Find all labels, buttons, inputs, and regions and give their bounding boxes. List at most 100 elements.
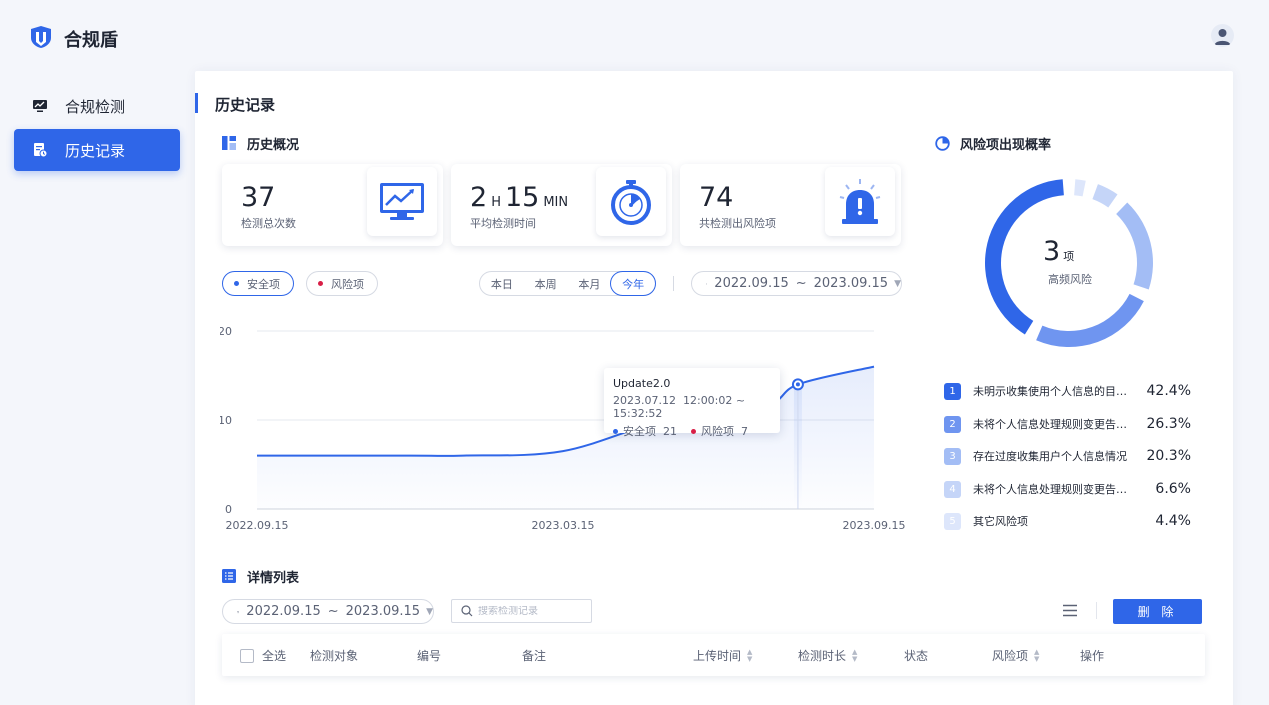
overview-section-title: 历史概况 bbox=[222, 134, 299, 153]
risk-item-percent: 6.6% bbox=[1155, 481, 1191, 497]
sort-icon[interactable]: ▲ ▼ bbox=[1034, 648, 1039, 663]
x-tick-label: 2022.09.15 bbox=[226, 519, 289, 532]
tooltip-date: 2023.07.12 bbox=[613, 394, 676, 407]
legend-risk-toggle[interactable]: 风险项 bbox=[306, 271, 378, 296]
safe-dot bbox=[613, 428, 618, 434]
stat-total-checks-label: 检测总次数 bbox=[241, 217, 296, 230]
column-risk-label: 风险项 bbox=[992, 649, 1029, 663]
detail-list-section-title: 详情列表 bbox=[222, 567, 299, 586]
range-month[interactable]: 本月 bbox=[568, 272, 612, 295]
column-settings-icon[interactable] bbox=[1063, 604, 1077, 617]
legend-safe-toggle[interactable]: 安全项 bbox=[222, 271, 294, 296]
tooltip-risk-label: 风险项 bbox=[701, 425, 734, 438]
stat-avg-time-value: 2 H 15 MIN bbox=[470, 182, 572, 213]
sidebar-item-compliance-check[interactable]: 合规检测 bbox=[14, 85, 180, 127]
divider bbox=[1096, 602, 1097, 619]
tooltip-safe-label: 安全项 bbox=[623, 425, 656, 438]
user-avatar[interactable] bbox=[1211, 24, 1234, 47]
sort-icon[interactable]: ▲ ▼ bbox=[852, 648, 857, 663]
page-title: 历史记录 bbox=[215, 96, 276, 114]
app-title: 合规盾 bbox=[64, 30, 118, 51]
column-code: 编号 bbox=[417, 649, 442, 663]
pie-chart-icon bbox=[935, 136, 950, 151]
rank-badge: 3 bbox=[944, 447, 961, 465]
shield-logo-icon bbox=[31, 26, 51, 48]
sidebar-item-history[interactable]: 历史记录 bbox=[14, 129, 180, 171]
stat-minutes: 15 bbox=[504, 182, 540, 213]
list-date-range-picker[interactable]: 2022.09.15 ~ 2023.09.15 ▼ bbox=[222, 599, 434, 624]
calendar-icon bbox=[706, 282, 708, 285]
select-all-checkbox[interactable]: 全选 bbox=[240, 647, 286, 664]
range-week[interactable]: 本周 bbox=[524, 272, 568, 295]
donut-slice-2[interactable] bbox=[1036, 293, 1144, 347]
donut-slice-3[interactable] bbox=[1116, 202, 1153, 290]
risk-item-percent: 4.4% bbox=[1155, 513, 1191, 529]
monitor-chart-icon bbox=[32, 98, 48, 114]
monitor-trend-icon bbox=[380, 182, 424, 220]
range-year[interactable]: 今年 bbox=[610, 271, 656, 296]
sidebar-item-label: 合规检测 bbox=[65, 97, 126, 116]
risk-item-percent: 42.4% bbox=[1146, 383, 1191, 399]
stat-risk-items-label: 共检测出风险项 bbox=[699, 217, 776, 230]
history-doc-icon bbox=[32, 142, 48, 158]
column-duration[interactable]: 检测时长 ▲ ▼ bbox=[798, 647, 857, 664]
chart-date-to: 2023.09.15 bbox=[813, 276, 889, 291]
y-tick-label: 0 bbox=[225, 503, 232, 516]
column-status: 状态 bbox=[904, 649, 929, 663]
donut-center-label: 高频风险 bbox=[1048, 273, 1092, 286]
stat-minutes-unit: MIN bbox=[543, 195, 569, 210]
donut-slice-5[interactable] bbox=[1074, 179, 1086, 197]
column-note: 备注 bbox=[522, 649, 547, 663]
risk-item-4[interactable]: 4 未将个人信息处理规则变更告知用户 6.6% bbox=[944, 480, 1191, 498]
risk-item-5[interactable]: 5 其它风险项 4.4% bbox=[944, 512, 1191, 530]
risk-probability-section-title: 风险项出现概率 bbox=[935, 134, 1051, 153]
rank-badge: 2 bbox=[944, 415, 961, 433]
stat-card-avg-time: 2 H 15 MIN 平均检测时间 bbox=[451, 164, 672, 246]
risk-dot bbox=[691, 428, 696, 434]
chart-date-range-picker[interactable]: 2022.09.15 ~ 2023.09.15 ▼ bbox=[691, 271, 902, 296]
stat-avg-time-label: 平均检测时间 bbox=[470, 217, 536, 230]
top-bar: 合规盾 bbox=[0, 0, 1269, 72]
stat-hours: 2 bbox=[470, 182, 488, 213]
tooltip-title: Update2.0 bbox=[613, 377, 671, 390]
range-today[interactable]: 本日 bbox=[480, 272, 524, 295]
select-all-label: 全选 bbox=[262, 649, 287, 663]
risk-item-1[interactable]: 1 未明示收集使用个人信息的目的方式和范围 42.4% bbox=[944, 382, 1191, 400]
y-tick-label: 20 bbox=[220, 325, 232, 338]
search-box bbox=[451, 599, 592, 623]
main-panel: 历史记录 历史概况 37 检测总次数 2 H 15 MIN 平均检测时间 74 … bbox=[195, 71, 1233, 705]
list-date-from: 2022.09.15 bbox=[246, 604, 321, 619]
search-input[interactable] bbox=[478, 605, 588, 617]
chart-date-sep: ~ bbox=[795, 276, 807, 291]
risk-item-label: 未明示收集使用个人信息的目的方式和范围 bbox=[973, 385, 1137, 398]
title-accent-bar bbox=[195, 93, 198, 113]
column-target: 检测对象 bbox=[310, 649, 359, 663]
checkbox[interactable] bbox=[240, 648, 254, 663]
list-date-sep: ~ bbox=[327, 604, 339, 619]
donut-center-number: 3 bbox=[1043, 236, 1061, 267]
stat-hours-unit: H bbox=[491, 195, 501, 210]
chevron-down-icon: ▼ bbox=[894, 278, 901, 289]
x-tick-label: 2023.03.15 bbox=[531, 519, 594, 532]
risk-item-label: 未将个人信息处理规则变更告知用户 bbox=[973, 483, 1137, 496]
divider bbox=[673, 276, 674, 291]
sort-icon[interactable]: ▲ ▼ bbox=[747, 648, 752, 663]
search-icon bbox=[461, 605, 473, 617]
risk-item-2[interactable]: 2 未将个人信息处理规则变更告知用户 26.3% bbox=[944, 415, 1191, 433]
delete-button[interactable]: 删 除 bbox=[1113, 599, 1202, 624]
x-tick-label: 2023.09.15 bbox=[843, 519, 906, 532]
stopwatch-icon bbox=[611, 179, 651, 225]
donut-slice-4[interactable] bbox=[1092, 184, 1118, 208]
column-risk[interactable]: 风险项 ▲ ▼ bbox=[992, 647, 1039, 664]
risk-item-3[interactable]: 3 存在过度收集用户个人信息情况 20.3% bbox=[944, 447, 1191, 465]
list-date-to: 2023.09.15 bbox=[345, 604, 421, 619]
risk-item-percent: 26.3% bbox=[1146, 416, 1191, 432]
stat-icon-box bbox=[596, 167, 666, 236]
stat-risk-items-value: 74 bbox=[699, 182, 734, 213]
stat-total-checks-value: 37 bbox=[241, 182, 276, 213]
time-range-segmented: 本日 本周 本月 今年 bbox=[479, 271, 656, 296]
chart-date-from: 2022.09.15 bbox=[714, 276, 789, 291]
tooltip-risk-value: 7 bbox=[741, 424, 748, 438]
column-action: 操作 bbox=[1080, 649, 1105, 663]
column-upload-time[interactable]: 上传时间 ▲ ▼ bbox=[693, 647, 752, 664]
